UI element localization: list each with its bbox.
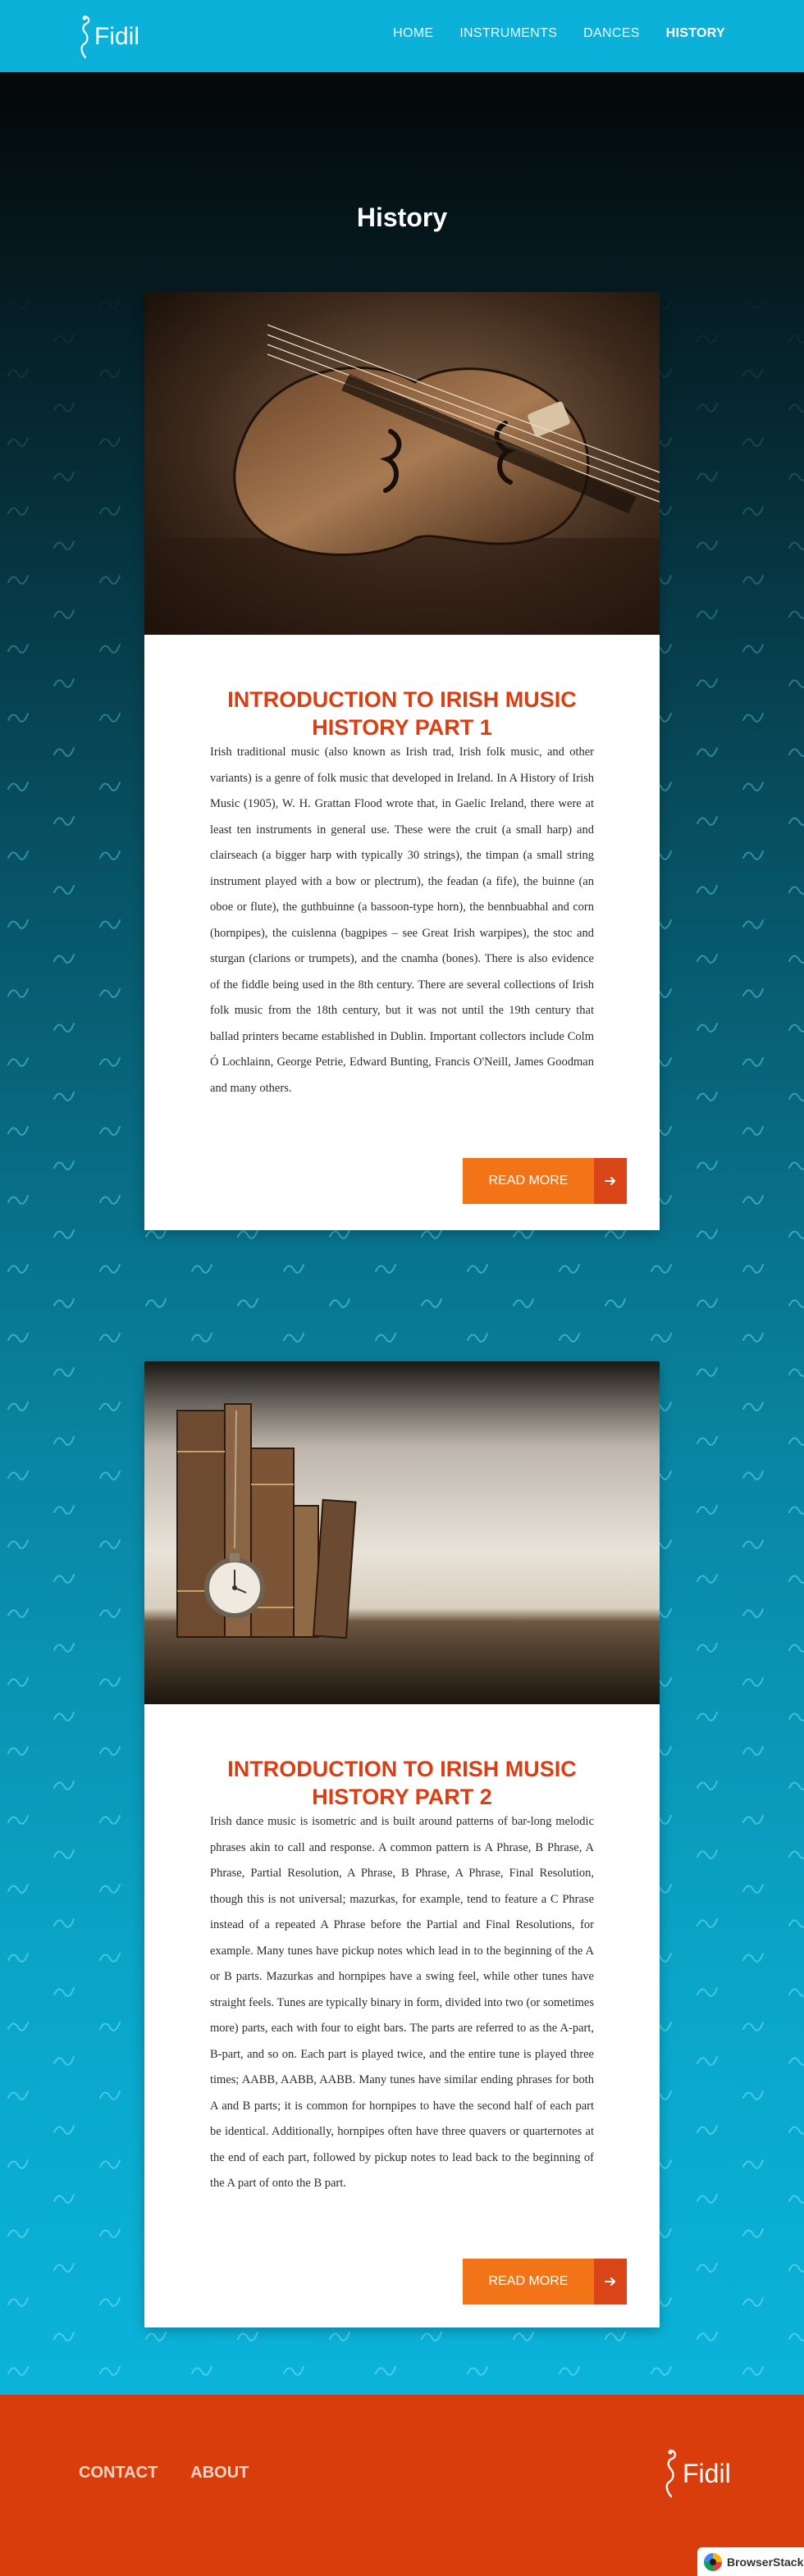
browserstack-logo-icon [704,2552,722,2571]
read-more-label: READ MORE [463,1158,594,1204]
article-title: INTRODUCTION TO IRISH MUSIC HISTORY PART… [227,687,577,741]
footer-logo[interactable]: Fidil [663,2449,745,2498]
footer-brand-name: Fidil [683,2459,731,2488]
article-card: INTRODUCTION TO IRISH MUSIC HISTORY PART… [144,292,660,1230]
brand-logo[interactable]: Fidil [78,13,176,59]
nav-history[interactable]: HISTORY [666,26,725,41]
footer-link-contact[interactable]: CONTACT [79,2464,158,2483]
fiddle-scroll-icon [665,2449,677,2498]
site-header: Fidil HOME INSTRUMENTS DANCES HISTORY [0,0,804,72]
browserstack-badge: BrowserStack [697,2547,804,2576]
main-nav: HOME INSTRUMENTS DANCES HISTORY [393,26,725,41]
read-more-label: READ MORE [463,2259,594,2305]
browserstack-label: BrowserStack [727,2555,804,2569]
nav-instruments[interactable]: INSTRUMENTS [459,26,557,41]
arrow-right-icon [594,1158,627,1204]
article-body: Irish traditional music (also known as I… [210,745,594,1095]
footer-link-about[interactable]: ABOUT [190,2464,249,2483]
article-title: INTRODUCTION TO IRISH MUSIC HISTORY PART… [227,1757,577,1810]
read-more-button[interactable]: READ MORE [463,2259,627,2305]
nav-dances[interactable]: DANCES [583,26,639,41]
books-and-pocket-watch-photo [144,1361,660,1704]
page-title: History [356,203,448,233]
article-card: INTRODUCTION TO IRISH MUSIC HISTORY PART… [144,1361,660,2328]
footer-nav: CONTACT ABOUT [79,2464,249,2483]
read-more-button[interactable]: READ MORE [463,1158,627,1204]
arrow-right-icon [594,2259,627,2305]
fiddle-scroll-icon [80,15,90,59]
brand-name: Fidil [94,23,140,50]
article-body: Irish dance music is isometric and is bu… [210,1815,594,2190]
violin-photo [144,292,660,635]
site-footer: CONTACT ABOUT Fidil [0,2395,804,2576]
nav-home[interactable]: HOME [393,26,433,41]
